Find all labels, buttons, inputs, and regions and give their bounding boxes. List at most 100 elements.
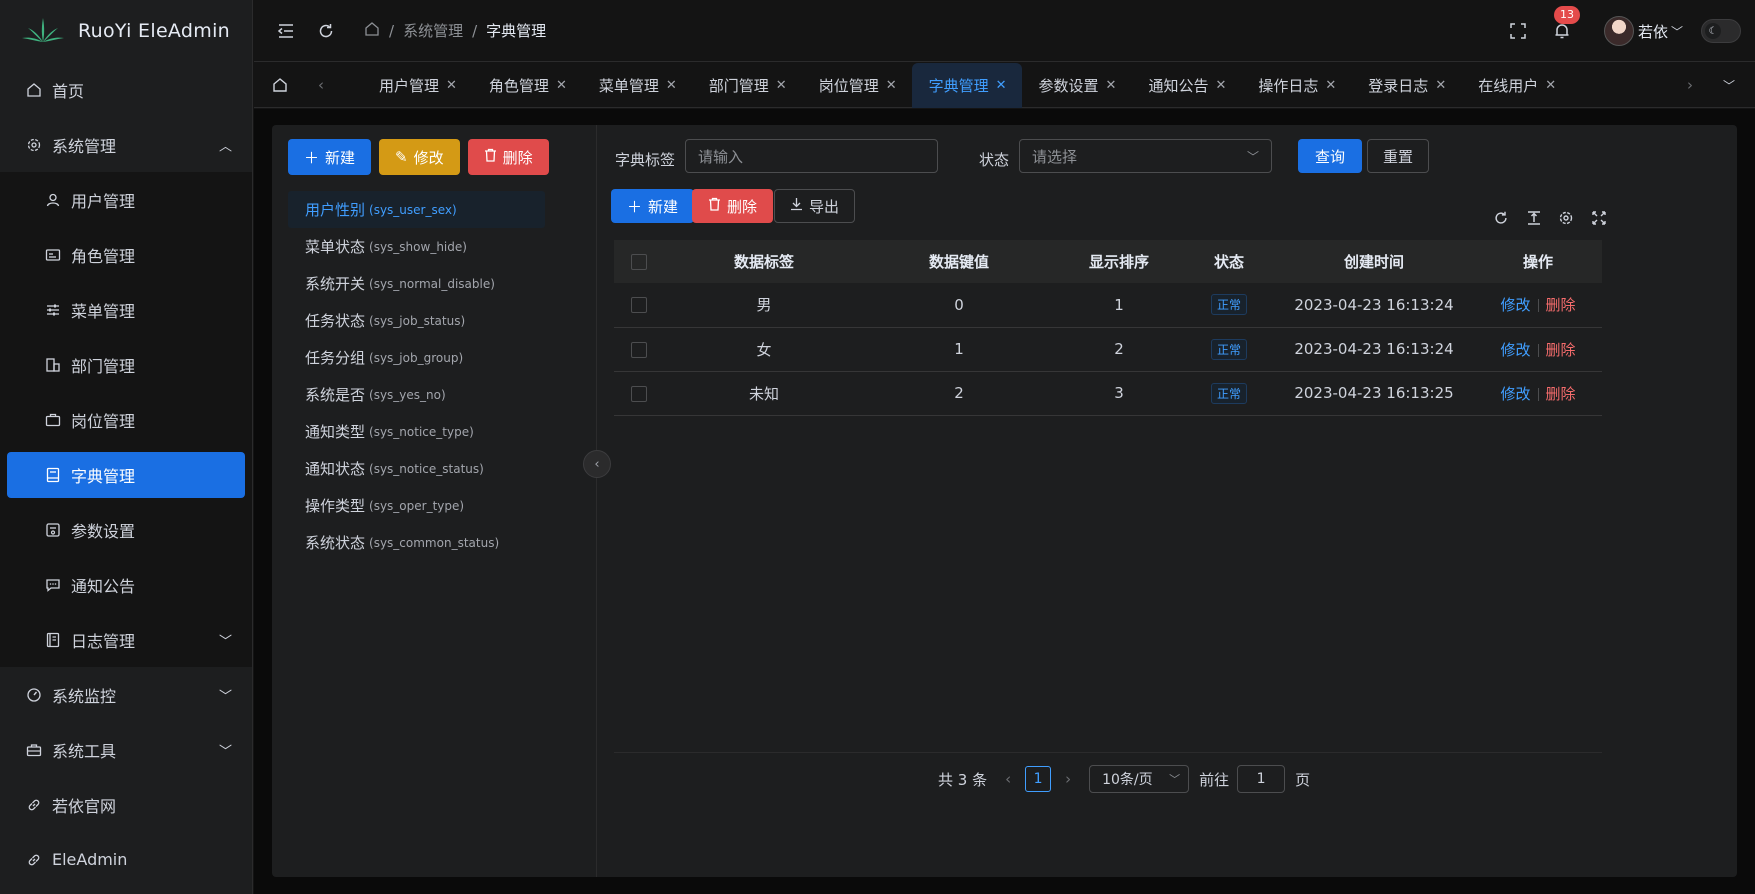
page-number-current[interactable]: 1 <box>1025 766 1052 792</box>
prev-page-icon[interactable]: ‹ <box>1005 770 1011 788</box>
dict-type-item[interactable]: 系统开关 (sys_normal_disable) <box>288 265 545 302</box>
add-type-button[interactable]: ＋ 新建 <box>288 139 372 175</box>
breadcrumb-item[interactable]: 系统管理 <box>403 20 463 41</box>
column-header[interactable]: 数据标签 <box>664 240 864 283</box>
row-checkbox[interactable] <box>631 385 647 402</box>
user-icon <box>45 192 61 208</box>
theme-toggle[interactable]: ☾ <box>1701 19 1741 43</box>
tab-posts[interactable]: 岗位管理 ✕ <box>802 63 912 108</box>
next-page-icon[interactable]: › <box>1065 770 1071 788</box>
column-header[interactable]: 创建时间 <box>1274 240 1474 283</box>
avatar[interactable] <box>1603 16 1634 46</box>
dict-type-item[interactable]: 任务分组 (sys_job_group) <box>288 339 545 376</box>
tab-users[interactable]: 用户管理 ✕ <box>362 63 472 108</box>
settings-icon[interactable] <box>1557 209 1575 227</box>
close-icon[interactable]: ✕ <box>996 78 1007 93</box>
dict-type-item[interactable]: 用户性别 (sys_user_sex) <box>288 191 545 228</box>
edit-type-button[interactable]: ✎ 修改 <box>379 139 460 175</box>
add-data-button[interactable]: ＋ 新建 <box>611 189 695 223</box>
close-icon[interactable]: ✕ <box>556 78 567 93</box>
edit-link[interactable]: 修改 <box>1500 296 1530 314</box>
notification-bell[interactable]: 13 <box>1550 6 1580 43</box>
dict-type-item[interactable]: 菜单状态 (sys_show_hide) <box>288 228 545 265</box>
tab-online[interactable]: 在线用户 ✕ <box>1461 63 1571 108</box>
sidebar-item-tools[interactable]: 系统工具 ﹀ <box>0 722 252 777</box>
edit-link[interactable]: 修改 <box>1500 385 1530 403</box>
refresh-icon[interactable] <box>1492 209 1510 227</box>
sidebar-item-system[interactable]: 系统管理 ︿ <box>0 117 252 172</box>
sidebar-item-home[interactable]: 首页 <box>0 62 252 117</box>
refresh-icon[interactable] <box>314 19 338 43</box>
tab-menus[interactable]: 菜单管理 ✕ <box>582 63 692 108</box>
fullscreen-icon[interactable] <box>1590 209 1608 227</box>
tab-dict[interactable]: 字典管理 ✕ <box>911 62 1022 108</box>
close-icon[interactable]: ✕ <box>1106 78 1117 93</box>
sidebar-item-monitor[interactable]: 系统监控 ﹀ <box>0 667 252 722</box>
reset-button[interactable]: 重置 <box>1367 139 1430 173</box>
select-all-checkbox[interactable] <box>631 254 647 270</box>
column-header[interactable]: 数据键值 <box>864 240 1054 283</box>
pagination-divider <box>614 752 1602 753</box>
status-select[interactable]: 请选择 ﹀ <box>1019 139 1272 173</box>
sidebar-item-departments[interactable]: 部门管理 <box>0 337 252 392</box>
delete-link[interactable]: 删除 <box>1546 385 1576 403</box>
sidebar-item-users[interactable]: 用户管理 <box>0 172 252 227</box>
close-icon[interactable]: ✕ <box>1545 78 1556 93</box>
close-icon[interactable]: ✕ <box>1325 78 1336 93</box>
tab-dropdown-icon[interactable]: ﹀ <box>1723 77 1747 94</box>
label-search-input[interactable]: 请输入 <box>685 139 938 173</box>
sidebar-item-roles[interactable]: 角色管理 <box>0 227 252 282</box>
sidebar-item-posts[interactable]: 岗位管理 <box>0 392 252 447</box>
chevron-down-icon[interactable]: ﹀ <box>1671 23 1683 40</box>
logo[interactable]: RuoYi EleAdmin <box>0 0 252 62</box>
menu-fold-icon[interactable] <box>274 19 298 43</box>
delete-type-button[interactable]: 删除 <box>467 139 549 175</box>
close-icon[interactable]: ✕ <box>1435 78 1446 93</box>
row-checkbox[interactable] <box>631 341 647 358</box>
page-size-select[interactable]: 10条/页 ﹀ <box>1089 765 1190 793</box>
column-header[interactable]: 显示排序 <box>1054 240 1184 283</box>
close-icon[interactable]: ✕ <box>886 78 897 93</box>
delete-data-button[interactable]: 删除 <box>692 189 774 223</box>
column-header[interactable]: 状态 <box>1184 240 1274 283</box>
username[interactable]: 若依 <box>1638 21 1668 42</box>
close-icon[interactable]: ✕ <box>1215 78 1226 93</box>
fullscreen-icon[interactable] <box>1506 19 1530 43</box>
close-icon[interactable]: ✕ <box>776 78 787 93</box>
sidebar-item-menus[interactable]: 菜单管理 <box>0 282 252 337</box>
tab-scroll-left-icon[interactable]: ‹ <box>318 76 342 94</box>
sidebar-item-eleadmin[interactable]: EleAdmin <box>0 832 252 887</box>
dict-type-item[interactable]: 通知类型 (sys_notice_type) <box>288 413 545 450</box>
tab-oper-log[interactable]: 操作日志 ✕ <box>1241 63 1351 108</box>
tab-home-icon[interactable] <box>266 77 294 93</box>
close-icon[interactable]: ✕ <box>666 78 677 93</box>
tab-params[interactable]: 参数设置 ✕ <box>1022 63 1132 108</box>
tab-scroll-right-icon[interactable]: › <box>1687 76 1711 94</box>
dict-type-item[interactable]: 系统状态 (sys_common_status) <box>288 524 545 561</box>
delete-link[interactable]: 删除 <box>1546 341 1576 359</box>
sidebar-item-logs[interactable]: 日志管理 ﹀ <box>0 612 252 667</box>
sidebar-item-dict[interactable]: 字典管理 <box>7 452 245 498</box>
close-icon[interactable]: ✕ <box>446 78 457 93</box>
dict-type-item[interactable]: 通知状态 (sys_notice_status) <box>288 450 545 487</box>
cell-actions: 修改 删除 <box>1474 327 1602 371</box>
breadcrumb-home-icon[interactable] <box>364 21 380 41</box>
goto-page-input[interactable]: 1 <box>1237 765 1286 793</box>
tab-roles[interactable]: 角色管理 ✕ <box>472 63 582 108</box>
row-checkbox[interactable] <box>631 297 647 314</box>
sidebar-item-site[interactable]: 若依官网 <box>0 777 252 832</box>
query-button[interactable]: 查询 <box>1298 139 1363 173</box>
dict-type-item[interactable]: 操作类型 (sys_oper_type) <box>288 487 545 524</box>
tab-notices[interactable]: 通知公告 ✕ <box>1131 63 1241 108</box>
sidebar-item-params[interactable]: 参数设置 <box>0 502 252 557</box>
column-height-icon[interactable] <box>1525 209 1543 227</box>
tab-departments[interactable]: 部门管理 ✕ <box>692 63 802 108</box>
breadcrumb: / 系统管理 / 字典管理 <box>364 20 546 41</box>
edit-link[interactable]: 修改 <box>1500 341 1530 359</box>
export-button[interactable]: 导出 <box>774 189 856 223</box>
dict-type-item[interactable]: 任务状态 (sys_job_status) <box>288 302 545 339</box>
tab-login-log[interactable]: 登录日志 ✕ <box>1351 63 1461 108</box>
sidebar-item-notices[interactable]: 通知公告 <box>0 557 252 612</box>
dict-type-item[interactable]: 系统是否 (sys_yes_no) <box>288 376 545 413</box>
delete-link[interactable]: 删除 <box>1546 296 1576 314</box>
